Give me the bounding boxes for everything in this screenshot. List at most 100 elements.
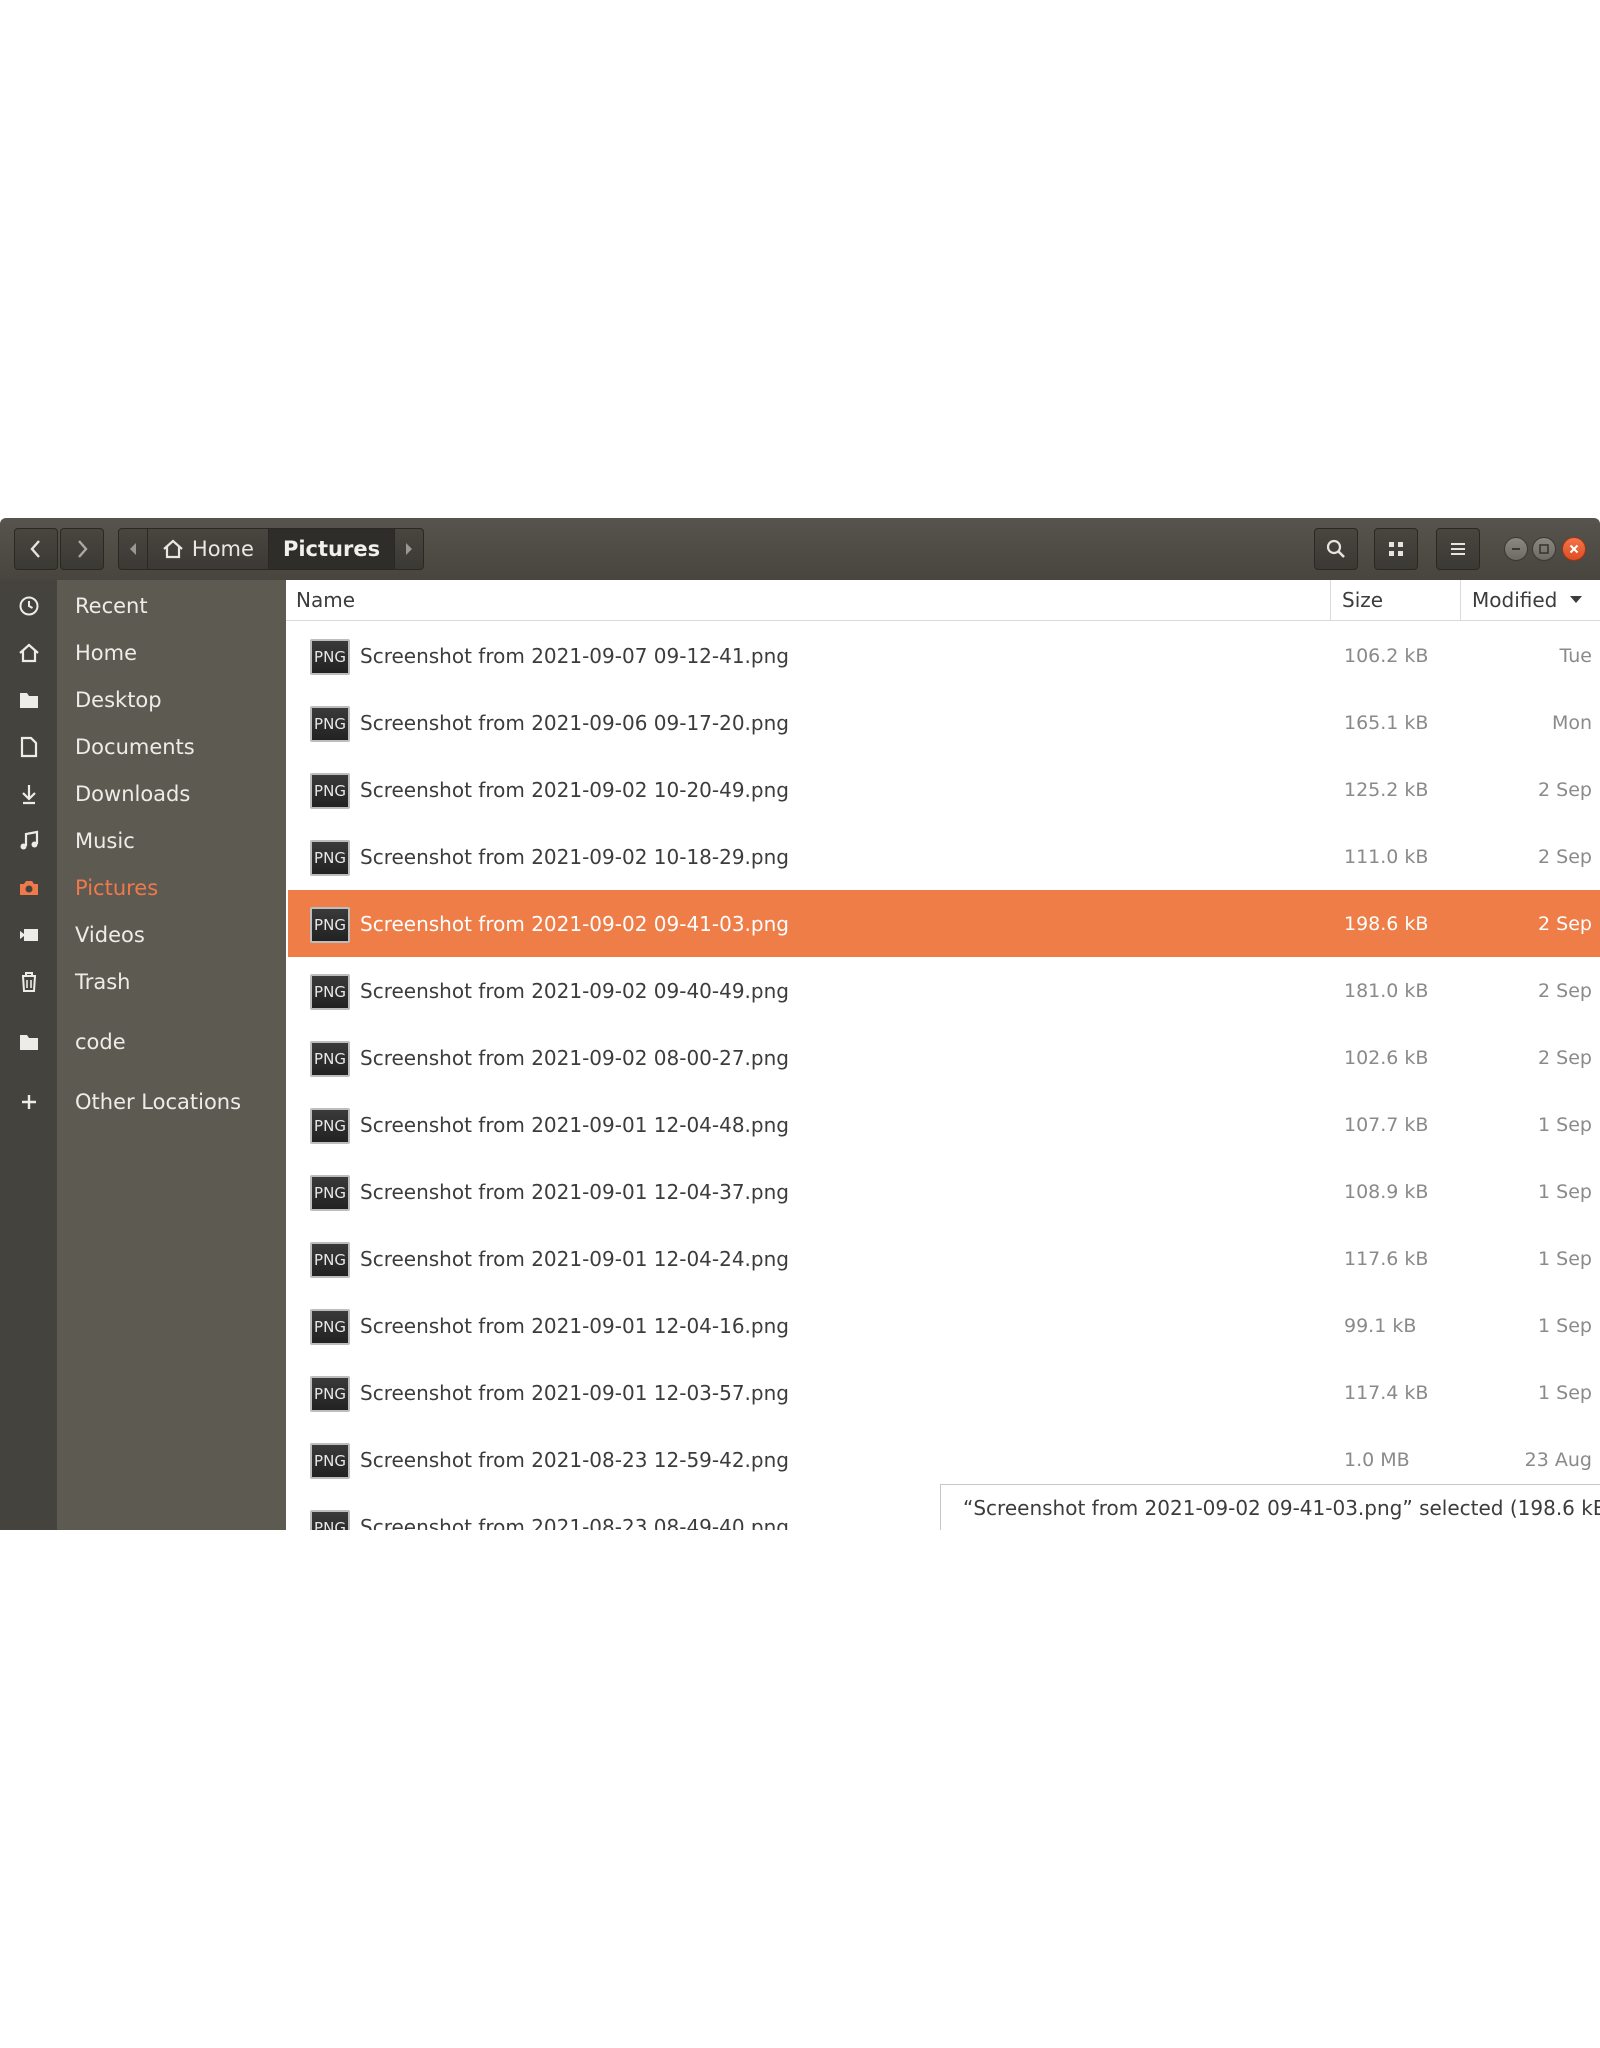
file-modified: 2 Sep <box>1538 1046 1592 1069</box>
sidebar-item-code[interactable]: code <box>0 1020 286 1064</box>
sidebar-item-trash[interactable]: Trash <box>0 960 286 1004</box>
file-size: 111.0 kB <box>1344 845 1429 868</box>
sidebar-item-home[interactable]: Home <box>0 631 286 675</box>
table-row[interactable]: PNG Screenshot from 2021-09-06 09-17-20.p… <box>288 689 1600 756</box>
minimize-button[interactable] <box>1504 537 1528 561</box>
png-file-icon: PNG <box>310 840 350 876</box>
table-row[interactable]: PNG Screenshot from 2021-09-02 10-20-49.p… <box>288 756 1600 823</box>
file-modified: 1 Sep <box>1538 1247 1592 1270</box>
file-size: 108.9 kB <box>1344 1180 1429 1203</box>
search-button[interactable] <box>1314 528 1358 570</box>
column-modified[interactable]: Modified <box>1472 580 1583 620</box>
maximize-button[interactable] <box>1532 537 1556 561</box>
table-row[interactable]: PNG Screenshot from 2021-09-01 12-04-16.p… <box>288 1292 1600 1359</box>
file-size: 181.0 kB <box>1344 979 1429 1002</box>
grid-icon <box>1389 542 1403 556</box>
file-list: Name Size Modified PNG Screenshot from 20… <box>286 580 1600 1530</box>
folder-icon <box>0 1032 57 1052</box>
png-file-icon: PNG <box>310 1041 350 1077</box>
png-file-icon: PNG <box>310 1175 350 1211</box>
table-row[interactable]: PNG Screenshot from 2021-09-01 12-04-24.p… <box>288 1225 1600 1292</box>
file-size: 1.0 MB <box>1344 1448 1410 1471</box>
sidebar-item-label: code <box>75 1030 126 1054</box>
clock-icon <box>0 595 57 617</box>
png-file-icon: PNG <box>310 907 350 943</box>
table-row[interactable]: PNG Screenshot from 2021-09-02 09-40-49.p… <box>288 957 1600 1024</box>
sidebar-item-other-locations[interactable]: Other Locations <box>0 1080 286 1124</box>
sidebar-item-pictures[interactable]: Pictures <box>0 866 286 910</box>
table-row[interactable]: PNG Screenshot from 2021-09-02 08-00-27.p… <box>288 1024 1600 1091</box>
table-row[interactable]: PNG Screenshot from 2021-09-02 10-18-29.p… <box>288 823 1600 890</box>
breadcrumb-home[interactable]: Home <box>146 529 268 569</box>
home-icon <box>163 539 183 559</box>
png-file-icon: PNG <box>310 1443 350 1479</box>
back-button[interactable] <box>14 528 58 570</box>
table-row[interactable]: PNG Screenshot from 2021-09-02 09-41-03.p… <box>288 890 1600 957</box>
chevron-right-icon <box>78 540 88 558</box>
file-modified: Mon <box>1551 711 1592 734</box>
file-manager-window: Home Pictures Recent Home Desktop Docume… <box>0 518 1600 1530</box>
column-modified-label: Modified <box>1472 588 1558 612</box>
sidebar-item-recent[interactable]: Recent <box>0 584 286 628</box>
sidebar-item-label: Music <box>75 829 135 853</box>
table-row[interactable]: PNG Screenshot from 2021-09-01 12-04-48.p… <box>288 1091 1600 1158</box>
chevron-left-icon <box>30 540 40 558</box>
png-file-icon: PNG <box>310 773 350 809</box>
sidebar-item-label: Desktop <box>75 688 162 712</box>
search-icon <box>1326 539 1345 558</box>
header-bar: Home Pictures <box>0 518 1600 581</box>
file-name: Screenshot from 2021-09-02 10-20-49.png <box>360 777 789 802</box>
sidebar-item-downloads[interactable]: Downloads <box>0 772 286 816</box>
sidebar-item-videos[interactable]: Videos <box>0 913 286 957</box>
column-size[interactable]: Size <box>1342 580 1383 620</box>
file-size: 99.1 kB <box>1344 1314 1417 1337</box>
menu-button[interactable] <box>1436 528 1480 570</box>
file-modified: 23 Aug <box>1524 1448 1592 1471</box>
column-name[interactable]: Name <box>296 580 355 620</box>
file-name: Screenshot from 2021-09-07 09-12-41.png <box>360 643 789 668</box>
file-size: 117.6 kB <box>1344 1247 1429 1270</box>
sidebar-item-label: Downloads <box>75 782 191 806</box>
file-name: Screenshot from 2021-09-02 09-40-49.png <box>360 978 789 1003</box>
file-modified: Tue <box>1559 644 1592 667</box>
status-overlay: “Screenshot from 2021-09-02 09-41-03.png… <box>940 1484 1600 1530</box>
file-modified: 2 Sep <box>1538 912 1592 935</box>
hamburger-icon <box>1451 543 1465 555</box>
file-name: Screenshot from 2021-08-23 08-49-40.png <box>360 1514 789 1531</box>
file-size: 198.6 kB <box>1344 912 1429 935</box>
file-modified: 1 Sep <box>1538 1381 1592 1404</box>
sidebar-item-label: Pictures <box>75 876 159 900</box>
sort-descending-icon <box>1570 596 1583 603</box>
sidebar-item-music[interactable]: Music <box>0 819 286 863</box>
file-modified: 1 Sep <box>1538 1113 1592 1136</box>
sidebar-item-label: Other Locations <box>75 1090 242 1114</box>
sidebar-item-desktop[interactable]: Desktop <box>0 678 286 722</box>
table-row[interactable]: PNG Screenshot from 2021-09-07 09-12-41.p… <box>288 622 1600 689</box>
file-size: 125.2 kB <box>1344 778 1429 801</box>
file-name: Screenshot from 2021-09-02 10-18-29.png <box>360 844 789 869</box>
file-modified: 1 Sep <box>1538 1314 1592 1337</box>
breadcrumb-pictures[interactable]: Pictures <box>267 529 395 569</box>
breadcrumb-scroll-left[interactable] <box>119 529 147 569</box>
caret-right-icon <box>406 543 413 555</box>
breadcrumb-pictures-label: Pictures <box>282 537 381 561</box>
file-name: Screenshot from 2021-09-01 12-04-16.png <box>360 1313 789 1338</box>
table-row[interactable]: PNG Screenshot from 2021-09-01 12-03-57.p… <box>288 1359 1600 1426</box>
png-file-icon: PNG <box>310 1376 350 1412</box>
view-grid-button[interactable] <box>1374 528 1418 570</box>
file-name: Screenshot from 2021-09-06 09-17-20.png <box>360 710 789 735</box>
table-row[interactable]: PNG Screenshot from 2021-08-23 12-59-42.p… <box>288 1426 1600 1493</box>
png-file-icon: PNG <box>310 974 350 1010</box>
sidebar-item-documents[interactable]: Documents <box>0 725 286 769</box>
breadcrumb-scroll-right[interactable] <box>394 529 423 569</box>
table-row[interactable]: PNG Screenshot from 2021-09-01 12-04-37.p… <box>288 1158 1600 1225</box>
camera-icon <box>0 878 57 898</box>
close-button[interactable] <box>1562 537 1586 561</box>
png-file-icon: PNG <box>310 1510 350 1530</box>
sidebar-item-label: Documents <box>75 735 195 759</box>
music-icon <box>0 830 57 852</box>
folder-icon <box>0 690 57 710</box>
forward-button[interactable] <box>60 528 104 570</box>
video-icon <box>0 926 57 944</box>
caret-left-icon <box>129 543 136 555</box>
